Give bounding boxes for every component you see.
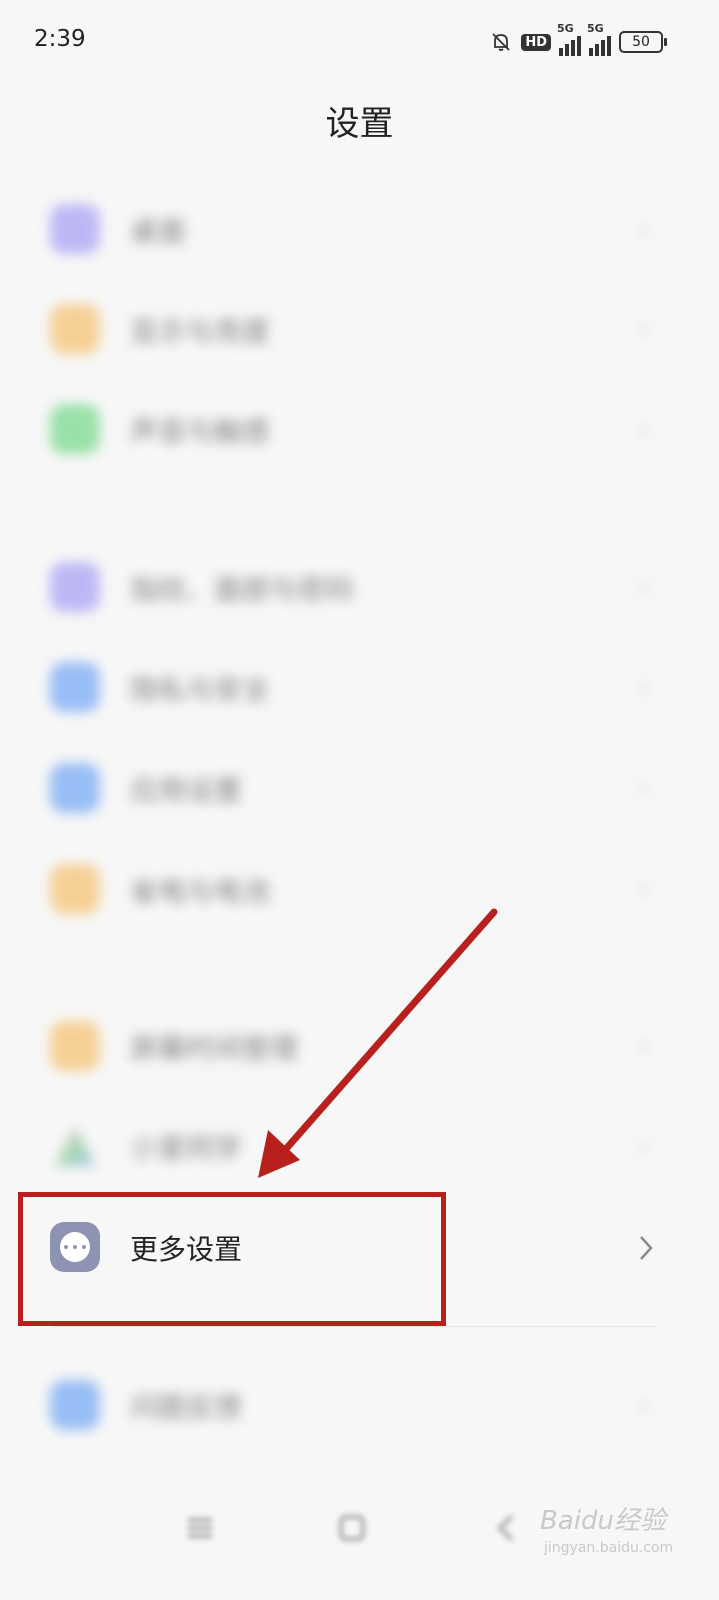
settings-item-label: 小爱同学 xyxy=(130,1132,243,1165)
status-icons: HD 5G 5G 50 xyxy=(489,22,667,56)
chevron-right-icon: › xyxy=(638,1129,650,1164)
settings-item-label: 隐私与安全 xyxy=(130,673,271,706)
feedback-icon xyxy=(50,1380,100,1430)
chevron-right-icon: › xyxy=(638,312,650,347)
settings-item-battery[interactable]: 省电与电池 › xyxy=(0,844,719,934)
settings-item-label: 屏幕时间管理 xyxy=(130,1032,299,1065)
settings-item-xiaoai[interactable]: 小爱同学 › xyxy=(0,1101,719,1191)
highlight-box xyxy=(18,1192,446,1326)
chevron-right-icon: › xyxy=(638,1388,650,1423)
divider xyxy=(52,968,656,969)
settings-item-privacy[interactable]: 隐私与安全 › xyxy=(0,642,719,732)
home-icon[interactable] xyxy=(332,1508,372,1548)
screen-time-icon xyxy=(50,1021,100,1071)
settings-item-label: 应用设置 xyxy=(130,774,243,807)
sound-icon xyxy=(50,404,100,454)
menu-icon[interactable] xyxy=(180,1508,220,1548)
chevron-right-icon: › xyxy=(638,771,650,806)
settings-item-display[interactable]: 显示与亮度 › xyxy=(0,284,719,374)
chevron-right-icon: › xyxy=(638,570,650,605)
settings-item-label: 显示与亮度 xyxy=(130,315,271,348)
chevron-right-icon: › xyxy=(638,670,650,705)
signal-icon-2: 5G xyxy=(587,22,611,56)
chevron-right-icon: › xyxy=(638,212,650,247)
page-title: 设置 xyxy=(325,104,394,144)
network-type-label-1: 5G xyxy=(557,22,574,35)
settings-item-label: 问题反馈 xyxy=(130,1391,243,1424)
watermark: Baidu经验 xyxy=(540,1506,666,1536)
battery-icon: 50 xyxy=(619,31,667,53)
bell-muted-icon xyxy=(492,33,510,51)
hd-voice-icon: HD xyxy=(521,33,551,51)
status-bar: 2:39 HD 5G 5G 50 xyxy=(0,0,719,84)
settings-item-sound[interactable]: 声音与触感 › xyxy=(0,384,719,474)
settings-item-screen-time[interactable]: 屏幕时间管理 › xyxy=(0,1001,719,1091)
network-type-label-2: 5G xyxy=(587,22,604,35)
settings-item-label: 声音与触感 xyxy=(130,415,271,448)
status-time: 2:39 xyxy=(34,26,86,52)
settings-item-label: 桌面 xyxy=(130,215,187,248)
settings-item-label: 指纹、面部与密码 xyxy=(130,573,355,606)
settings-item-feedback[interactable]: 问题反馈 › xyxy=(0,1360,719,1450)
fingerprint-icon xyxy=(50,562,100,612)
privacy-icon xyxy=(50,662,100,712)
chevron-right-icon xyxy=(640,1236,653,1260)
settings-item-fingerprint[interactable]: 指纹、面部与密码 › xyxy=(0,542,719,632)
apps-icon xyxy=(50,763,100,813)
back-icon[interactable] xyxy=(486,1508,526,1548)
watermark-url: jingyan.baidu.com xyxy=(544,1540,674,1556)
divider xyxy=(52,510,656,511)
settings-item-desktop[interactable]: 桌面 › xyxy=(0,184,719,274)
divider xyxy=(52,1326,656,1327)
chevron-right-icon: › xyxy=(638,412,650,447)
desktop-icon xyxy=(50,204,100,254)
signal-icon-1: 5G xyxy=(557,22,581,56)
battery-saver-icon xyxy=(50,864,100,914)
settings-item-label: 省电与电池 xyxy=(130,875,271,908)
settings-item-apps[interactable]: 应用设置 › xyxy=(0,743,719,833)
display-icon xyxy=(50,304,100,354)
xiaoai-icon xyxy=(55,1126,95,1166)
chevron-right-icon: › xyxy=(638,872,650,907)
chevron-right-icon: › xyxy=(638,1029,650,1064)
